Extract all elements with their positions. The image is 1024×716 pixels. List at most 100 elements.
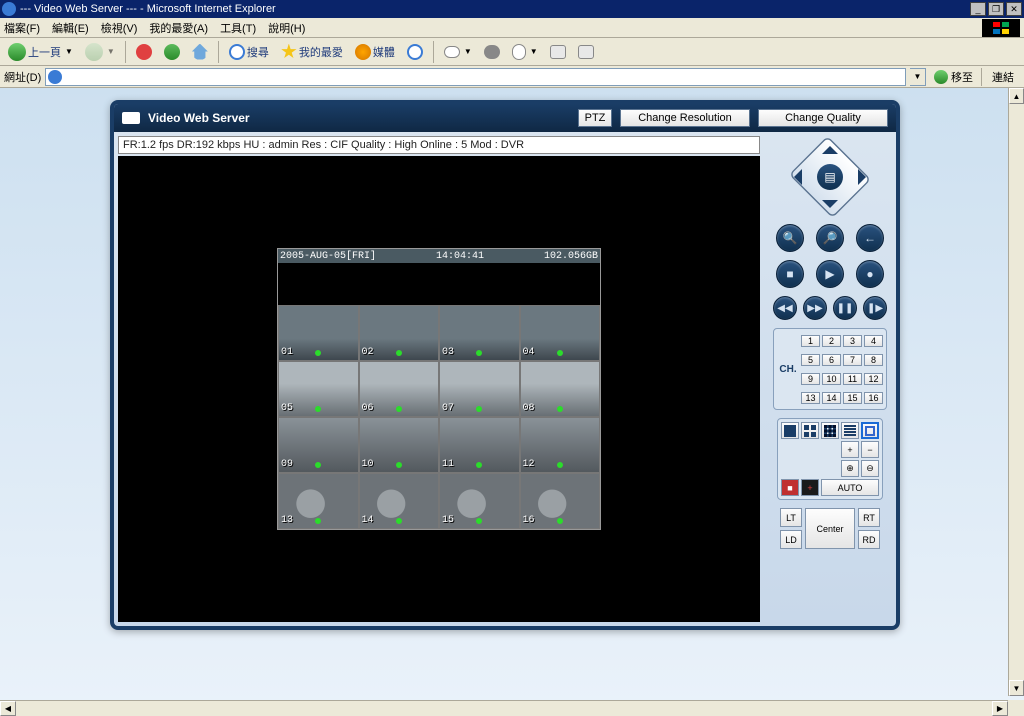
channel-button[interactable]: 14	[822, 392, 841, 404]
camera-cell[interactable]: 10	[359, 417, 440, 473]
start-rec-button[interactable]: +	[801, 479, 819, 496]
camera-cell[interactable]: 06	[359, 361, 440, 417]
camera-cell[interactable]: 13	[278, 473, 359, 529]
fullscreen-button[interactable]	[861, 422, 879, 439]
camera-cell[interactable]: 02	[359, 305, 440, 361]
camera-cell[interactable]: 04	[520, 305, 601, 361]
stop-playback-button[interactable]: ■	[776, 260, 804, 288]
restore-button[interactable]: ❐	[988, 2, 1004, 16]
minimize-button[interactable]: _	[970, 2, 986, 16]
extra-button[interactable]	[574, 41, 598, 63]
camera-cell[interactable]: 05	[278, 361, 359, 417]
close-button[interactable]: ✕	[1006, 2, 1022, 16]
refresh-button[interactable]	[160, 41, 184, 63]
search-button[interactable]: 搜尋	[225, 41, 273, 63]
media-button[interactable]: 媒體	[351, 41, 399, 63]
fast-forward-button[interactable]: ▶▶	[803, 296, 827, 320]
vertical-scrollbar[interactable]: ▲ ▼	[1008, 88, 1024, 696]
ld-button[interactable]: LD	[780, 530, 802, 549]
forward-button[interactable]: ▼	[81, 41, 119, 63]
links-label[interactable]: 連結	[986, 69, 1020, 85]
minus-button[interactable]: −	[861, 441, 879, 458]
channel-button[interactable]: 10	[822, 373, 841, 385]
history-button[interactable]	[403, 41, 427, 63]
menu-view[interactable]: 檢視(V)	[101, 20, 138, 36]
record-button[interactable]: ●	[856, 260, 884, 288]
address-dropdown[interactable]: ▼	[910, 68, 926, 86]
play-button[interactable]: ▶	[816, 260, 844, 288]
rt-button[interactable]: RT	[858, 508, 880, 527]
layout-9up-button[interactable]	[821, 422, 839, 439]
channel-button[interactable]: 16	[864, 392, 883, 404]
go-button[interactable]: 移至	[930, 69, 977, 85]
mail-button[interactable]: ▼	[440, 41, 476, 63]
menu-file[interactable]: 檔案(F)	[4, 20, 40, 36]
camera-cell[interactable]: 16	[520, 473, 601, 529]
camera-cell[interactable]: 07	[439, 361, 520, 417]
stop-button[interactable]	[132, 41, 156, 63]
favorites-button[interactable]: 我的最愛	[277, 41, 347, 63]
return-button[interactable]: ←	[856, 224, 884, 252]
channel-button[interactable]: 6	[822, 354, 841, 366]
camera-cell[interactable]: 09	[278, 417, 359, 473]
plusplus-button[interactable]: ⊕	[841, 460, 859, 477]
camera-cell[interactable]: 15	[439, 473, 520, 529]
ptz-button[interactable]: PTZ	[578, 109, 612, 127]
lt-button[interactable]: LT	[780, 508, 802, 527]
address-input[interactable]	[45, 68, 906, 86]
menu-favorites[interactable]: 我的最愛(A)	[149, 20, 208, 36]
zoom-in-button[interactable]: 🔎	[816, 224, 844, 252]
layout-1up-button[interactable]	[781, 422, 799, 439]
dpad-down[interactable]	[822, 200, 838, 216]
channel-button[interactable]: 12	[864, 373, 883, 385]
channel-button[interactable]: 15	[843, 392, 862, 404]
camera-cell[interactable]: 14	[359, 473, 440, 529]
channel-button[interactable]: 13	[801, 392, 820, 404]
step-button[interactable]: ❚▶	[863, 296, 887, 320]
zoom-out-button[interactable]: 🔍	[776, 224, 804, 252]
dpad-left[interactable]	[786, 169, 802, 185]
menu-tools[interactable]: 工具(T)	[220, 20, 256, 36]
menu-help[interactable]: 說明(H)	[268, 20, 305, 36]
channel-button[interactable]: 4	[864, 335, 883, 347]
dpad-center[interactable]: ▤	[817, 164, 843, 190]
back-button[interactable]: 上一頁 ▼	[4, 41, 77, 63]
channel-button[interactable]: 2	[822, 335, 841, 347]
layout-16up-button[interactable]	[841, 422, 859, 439]
channel-button[interactable]: 9	[801, 373, 820, 385]
channel-button[interactable]: 1	[801, 335, 820, 347]
channel-button[interactable]: 5	[801, 354, 820, 366]
scroll-down-icon[interactable]: ▼	[1009, 680, 1024, 696]
auto-button[interactable]: AUTO	[821, 479, 879, 496]
center-button[interactable]: Center	[805, 508, 855, 549]
scroll-up-icon[interactable]: ▲	[1009, 88, 1024, 104]
change-quality-button[interactable]: Change Quality	[758, 109, 888, 127]
rd-button[interactable]: RD	[858, 530, 880, 549]
dpad-right[interactable]	[858, 169, 874, 185]
stop-rec-button[interactable]: ■	[781, 479, 799, 496]
camera-cell[interactable]: 01	[278, 305, 359, 361]
layout-4up-button[interactable]	[801, 422, 819, 439]
print-button[interactable]	[480, 41, 504, 63]
horizontal-scrollbar[interactable]: ◀ ▶	[0, 700, 1008, 716]
dpad-up[interactable]	[822, 138, 838, 154]
rewind-button[interactable]: ◀◀	[773, 296, 797, 320]
scroll-right-icon[interactable]: ▶	[992, 701, 1008, 716]
channel-button[interactable]: 3	[843, 335, 862, 347]
channel-button[interactable]: 8	[864, 354, 883, 366]
discuss-button[interactable]	[546, 41, 570, 63]
camera-cell[interactable]: 12	[520, 417, 601, 473]
camera-cell[interactable]: 11	[439, 417, 520, 473]
camera-cell[interactable]: 08	[520, 361, 601, 417]
pause-button[interactable]: ❚❚	[833, 296, 857, 320]
channel-button[interactable]: 11	[843, 373, 862, 385]
plus-button[interactable]: +	[841, 441, 859, 458]
channel-button[interactable]: 7	[843, 354, 862, 366]
home-button[interactable]	[188, 41, 212, 63]
change-resolution-button[interactable]: Change Resolution	[620, 109, 750, 127]
scroll-left-icon[interactable]: ◀	[0, 701, 16, 716]
menu-edit[interactable]: 編輯(E)	[52, 20, 89, 36]
minusminus-button[interactable]: ⊖	[861, 460, 879, 477]
camera-cell[interactable]: 03	[439, 305, 520, 361]
edit-button[interactable]: ▼	[508, 41, 542, 63]
